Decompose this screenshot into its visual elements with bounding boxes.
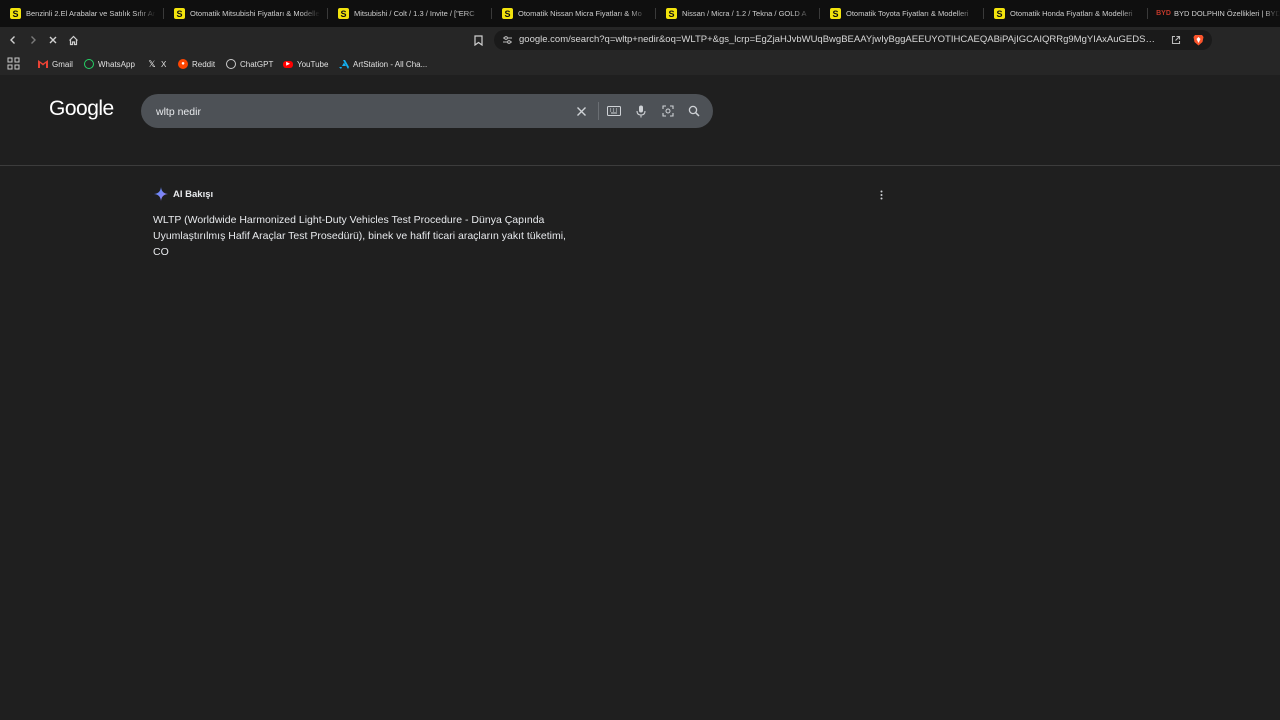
- google-search-header: Google: [0, 76, 1280, 166]
- url-text[interactable]: google.com/search?q=wltp+nedir&oq=WLTP+&…: [519, 34, 1159, 45]
- google-logo[interactable]: Google: [49, 97, 114, 121]
- browser-tab[interactable]: S Benzinli 2.El Arabalar ve Satılık Sıfı…: [0, 0, 164, 27]
- bookmark-chatgpt[interactable]: ChatGPT: [226, 57, 273, 71]
- bookmark-x[interactable]: 𝕏 X: [147, 57, 166, 71]
- bookmark-label: ChatGPT: [240, 59, 274, 69]
- sahibinden-favicon-icon: S: [830, 8, 841, 19]
- bookmark-icon: [473, 34, 483, 46]
- close-icon: [49, 36, 57, 44]
- close-icon: [576, 106, 586, 116]
- clear-search-button[interactable]: [573, 103, 589, 119]
- search-divider: [598, 102, 599, 120]
- tab-title: Otomatik Toyota Fiyatları & Modelleri: [846, 9, 969, 18]
- bookmark-whatsapp[interactable]: WhatsApp: [84, 57, 135, 71]
- sahibinden-favicon-icon: S: [10, 8, 21, 19]
- search-box: [141, 94, 713, 128]
- tab-title: Otomatik Mitsubishi Fiyatları & Modeller…: [190, 9, 320, 18]
- site-settings-icon[interactable]: [500, 33, 514, 47]
- more-vert-icon: [880, 190, 882, 200]
- bookmark-label: X: [161, 59, 167, 69]
- youtube-icon: ▶: [283, 60, 293, 68]
- microphone-icon: [636, 105, 646, 117]
- reddit-icon: ●: [178, 59, 188, 69]
- home-icon: [68, 35, 78, 45]
- tab-title: Nissan / Micra / 1.2 / Tekna / GOLD A: [682, 9, 807, 18]
- search-input[interactable]: [154, 102, 558, 122]
- keyboard-button[interactable]: [606, 103, 622, 119]
- forward-button[interactable]: [24, 31, 42, 49]
- sahibinden-favicon-icon: S: [174, 8, 185, 19]
- tab-title: Otomatik Honda Fiyatları & Modelleri: [1010, 9, 1133, 18]
- back-button[interactable]: [4, 31, 22, 49]
- browser-tab[interactable]: S Otomatik Toyota Fiyatları & Modelleri: [820, 0, 984, 27]
- ai-overview-header: AI Bakışı: [154, 187, 213, 201]
- bookmark-gmail[interactable]: Gmail: [38, 57, 73, 71]
- image-search-button[interactable]: [660, 103, 676, 119]
- brave-shields-icon[interactable]: [1191, 33, 1205, 47]
- browser-tab[interactable]: S Otomatik Honda Fiyatları & Modelleri: [984, 0, 1148, 27]
- bookmark-label: Reddit: [192, 59, 216, 69]
- bookmark-artstation[interactable]: ArtStation - All Cha...: [339, 57, 427, 71]
- x-icon: 𝕏: [148, 58, 156, 69]
- search-button[interactable]: [686, 103, 702, 119]
- tab-strip: S Benzinli 2.El Arabalar ve Satılık Sıfı…: [0, 0, 1280, 27]
- gmail-icon: [38, 59, 48, 69]
- apps-grid-icon[interactable]: [7, 57, 20, 70]
- keyboard-icon: [607, 106, 621, 116]
- forward-arrow-icon: [31, 36, 36, 44]
- stop-loading-button[interactable]: [44, 31, 62, 49]
- gemini-sparkle-icon: [154, 187, 168, 201]
- share-icon[interactable]: [1169, 33, 1183, 47]
- browser-tab[interactable]: S Otomatik Mitsubishi Fiyatları & Modell…: [164, 0, 328, 27]
- bookmark-label: ArtStation - All Cha...: [353, 59, 428, 69]
- whatsapp-icon: [84, 59, 94, 69]
- back-arrow-icon: [10, 36, 15, 44]
- browser-toolbar: google.com/search?q=wltp+nedir&oq=WLTP+&…: [0, 27, 1280, 53]
- home-button[interactable]: [64, 31, 82, 49]
- sahibinden-favicon-icon: S: [994, 8, 1005, 19]
- ai-overview-text: WLTP (Worldwide Harmonized Light-Duty Ve…: [153, 214, 566, 258]
- tab-title: Benzinli 2.El Arabalar ve Satılık Sıfır …: [26, 9, 156, 18]
- bookmarks-bar: Gmail WhatsApp 𝕏 X ● Reddit ChatGPT ▶ Yo…: [0, 53, 1280, 75]
- byd-favicon-icon: BYD: [1156, 10, 1171, 17]
- sahibinden-favicon-icon: S: [666, 8, 677, 19]
- browser-tab[interactable]: S Otomatik Nissan Micra Fiyatları & Mo: [492, 0, 656, 27]
- bookmark-youtube[interactable]: ▶ YouTube: [283, 57, 328, 71]
- more-options-button[interactable]: [876, 188, 886, 202]
- artstation-icon: [339, 59, 349, 69]
- tab-title: Mitsubishi / Colt / 1.3 / Invite / ["ERC: [354, 9, 475, 18]
- ai-overview-label: AI Bakışı: [173, 188, 214, 200]
- tab-title: Otomatik Nissan Micra Fiyatları & Mo: [518, 9, 642, 18]
- chatgpt-icon: [226, 59, 236, 69]
- browser-tab[interactable]: S Nissan / Micra / 1.2 / Tekna / GOLD A: [656, 0, 820, 27]
- bookmark-label: Gmail: [52, 59, 73, 69]
- bookmark-reddit[interactable]: ● Reddit: [178, 57, 215, 71]
- address-bar[interactable]: google.com/search?q=wltp+nedir&oq=WLTP+&…: [494, 30, 1212, 50]
- sahibinden-favicon-icon: S: [502, 8, 513, 19]
- browser-tab[interactable]: BYD BYD DOLPHIN Özellikleri | BYD: [1148, 0, 1280, 27]
- voice-search-button[interactable]: [633, 103, 649, 119]
- tab-title: BYD DOLPHIN Özellikleri | BYD: [1174, 9, 1280, 18]
- bookmark-label: WhatsApp: [98, 59, 135, 69]
- bookmark-page-button[interactable]: [470, 31, 486, 49]
- sahibinden-favicon-icon: S: [338, 8, 349, 19]
- bookmark-label: YouTube: [297, 59, 329, 69]
- search-icon: [688, 105, 700, 117]
- browser-tab[interactable]: S Mitsubishi / Colt / 1.3 / Invite / ["E…: [328, 0, 492, 27]
- camera-lens-icon: [662, 105, 674, 117]
